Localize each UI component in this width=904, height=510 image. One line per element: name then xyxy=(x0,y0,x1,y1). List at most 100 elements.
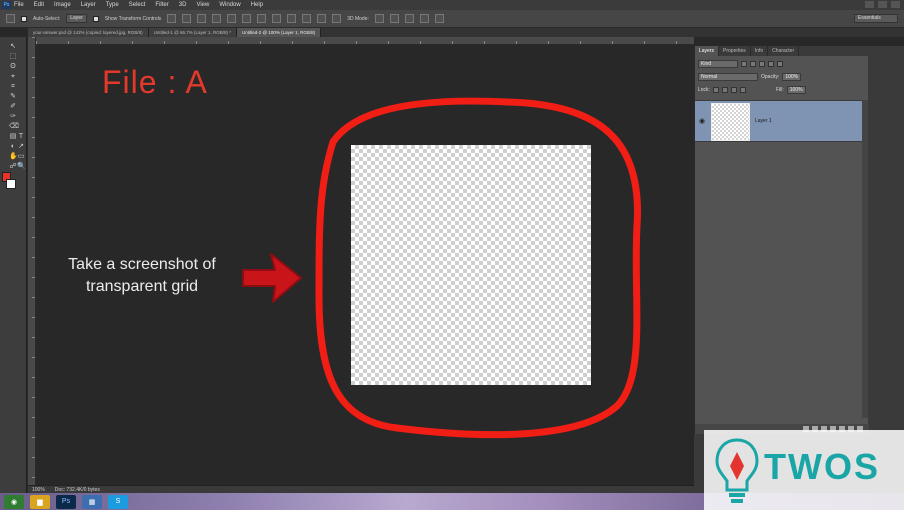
filter-shape-icon[interactable] xyxy=(768,61,774,67)
explorer-icon[interactable]: ▦ xyxy=(82,494,102,509)
twos-watermark: TWOS xyxy=(704,430,904,510)
align-right-icon[interactable] xyxy=(242,14,252,23)
blend-row: Normal Opacity: 100% xyxy=(698,73,802,81)
lasso-tool-icon[interactable]: ʘ xyxy=(9,63,17,71)
move-tool-icon[interactable] xyxy=(6,14,15,23)
3d-mode-label: 3D Mode: xyxy=(347,15,369,22)
fill-label: Fill: xyxy=(775,87,784,93)
lock-all-icon[interactable] xyxy=(739,87,746,93)
3d-scale-icon[interactable] xyxy=(434,14,444,23)
photoshop-taskbar-icon[interactable]: Ps xyxy=(56,494,76,509)
distribute-center-icon[interactable] xyxy=(317,14,327,23)
tab-document-3[interactable]: Untitled-2 @ 100% (Layer 1, RGB/8) xyxy=(236,28,322,37)
3d-drag-icon[interactable] xyxy=(404,14,414,23)
menu-filter[interactable]: Filter xyxy=(155,2,168,8)
show-transform-checkbox[interactable] xyxy=(92,15,99,22)
align-left-icon[interactable] xyxy=(212,14,222,23)
tab-document-1[interactable]: your-answer.psd @ 142% (copied: layered.… xyxy=(28,28,149,37)
shape-tool-icon[interactable]: ▭ xyxy=(17,153,25,161)
quick-select-tool-icon[interactable]: ⌖ xyxy=(9,73,17,81)
chrome-icon[interactable]: ◉ xyxy=(4,494,24,509)
close-icon[interactable] xyxy=(891,1,900,8)
auto-select-dropdown[interactable]: Layer xyxy=(66,14,87,23)
gradient-tool-icon[interactable]: ▤ xyxy=(9,133,17,141)
filter-adjustment-icon[interactable] xyxy=(750,61,756,67)
photoshop-logo-icon: Ps xyxy=(2,1,11,9)
panel-scrollbar[interactable] xyxy=(862,100,868,418)
tab-character[interactable]: Character xyxy=(768,46,800,56)
lightbulb-logo-icon xyxy=(715,438,759,503)
canvas-area[interactable]: File : A Take a screenshot of transparen… xyxy=(37,46,694,485)
hand-tool-icon[interactable]: ✋ xyxy=(9,153,18,161)
zoom-tool-icon[interactable]: 🔍 xyxy=(17,163,26,171)
horizontal-ruler[interactable] xyxy=(36,37,694,45)
blend-mode-dropdown[interactable]: Normal xyxy=(698,73,758,81)
kind-filter-dropdown[interactable]: Kind xyxy=(698,60,738,68)
tab-info[interactable]: Info xyxy=(751,46,769,56)
dodge-tool-icon[interactable]: ◐ xyxy=(9,143,17,151)
file-label: File : A xyxy=(102,64,208,100)
tab-layers[interactable]: Layers xyxy=(695,46,720,56)
tab-properties[interactable]: Properties xyxy=(719,46,751,56)
eyedropper-tool-icon[interactable]: ✎ xyxy=(9,93,17,101)
move-tool-icon[interactable]: ↖ xyxy=(9,43,17,51)
background-color-swatch[interactable] xyxy=(6,179,16,189)
fill-field[interactable]: 100% xyxy=(786,86,806,94)
menu-type[interactable]: Type xyxy=(106,2,119,8)
lock-transparent-icon[interactable] xyxy=(712,87,719,93)
tab-document-2[interactable]: Untitled-1 @ 66.7% (Layer 1, RGB/8) * xyxy=(148,28,237,37)
opacity-field[interactable]: 100% xyxy=(782,73,802,81)
menu-window[interactable]: Window xyxy=(219,2,240,8)
instruction-line-1: Take a screenshot of xyxy=(68,256,216,273)
workspace-dropdown[interactable]: Essentials xyxy=(854,14,898,23)
menu-view[interactable]: View xyxy=(196,2,209,8)
menu-3d[interactable]: 3D xyxy=(179,2,187,8)
menu-select[interactable]: Select xyxy=(129,2,146,8)
healing-brush-tool-icon[interactable]: ✐ xyxy=(9,103,17,111)
minimize-icon[interactable] xyxy=(865,1,874,8)
align-top-icon[interactable] xyxy=(167,14,177,23)
folder-icon[interactable]: ▆ xyxy=(30,494,50,509)
3d-roll-icon[interactable] xyxy=(389,14,399,23)
layer-row[interactable]: ◉ Layer 1 xyxy=(695,100,867,142)
options-bar: Auto-Select: Layer Show Transform Contro… xyxy=(0,10,904,28)
menu-layer[interactable]: Layer xyxy=(81,2,96,8)
distribute-middle-icon[interactable] xyxy=(272,14,282,23)
menu-image[interactable]: Image xyxy=(54,2,71,8)
opacity-label: Opacity: xyxy=(761,74,780,80)
lock-image-icon[interactable] xyxy=(721,87,728,93)
maximize-icon[interactable] xyxy=(878,1,887,8)
filter-pixel-icon[interactable] xyxy=(741,61,747,67)
type-tool-icon[interactable]: T xyxy=(17,133,25,141)
layer-name[interactable]: Layer 1 xyxy=(755,118,772,124)
distribute-right-icon[interactable] xyxy=(332,14,342,23)
distribute-bottom-icon[interactable] xyxy=(287,14,297,23)
align-middle-icon[interactable] xyxy=(182,14,192,23)
menu-help[interactable]: Help xyxy=(251,2,263,8)
window-controls xyxy=(865,1,900,8)
3d-rotate-icon[interactable] xyxy=(374,14,384,23)
crop-tool-icon[interactable]: ⌗ xyxy=(9,83,17,91)
eraser-tool-icon[interactable]: ⌫ xyxy=(9,123,19,131)
transparent-canvas[interactable] xyxy=(351,145,591,385)
align-bottom-icon[interactable] xyxy=(197,14,207,23)
distribute-left-icon[interactable] xyxy=(302,14,312,23)
3d-slide-icon[interactable] xyxy=(419,14,429,23)
filter-type-icon[interactable] xyxy=(759,61,765,67)
photoshop-window: Ps File Edit Image Layer Type Select Fil… xyxy=(0,0,904,510)
marquee-tool-icon[interactable]: ⬚ xyxy=(9,53,17,61)
filter-smart-object-icon[interactable] xyxy=(777,61,783,67)
path-select-tool-icon[interactable]: ↗ xyxy=(17,143,25,151)
vertical-ruler[interactable] xyxy=(28,37,36,485)
menu-edit[interactable]: Edit xyxy=(34,2,44,8)
visibility-eye-icon[interactable]: ◉ xyxy=(699,117,705,125)
document-tab-bar: your-answer.psd @ 142% (copied: layered.… xyxy=(28,28,904,37)
distribute-top-icon[interactable] xyxy=(257,14,267,23)
align-center-icon[interactable] xyxy=(227,14,237,23)
auto-select-checkbox[interactable] xyxy=(21,15,27,22)
lock-position-icon[interactable] xyxy=(730,87,737,93)
menu-file[interactable]: File xyxy=(14,2,24,8)
skype-icon[interactable]: S xyxy=(108,494,128,509)
brush-tool-icon[interactable]: ✑ xyxy=(9,113,17,121)
rotate-view-tool-icon[interactable]: ☍ xyxy=(9,163,17,171)
